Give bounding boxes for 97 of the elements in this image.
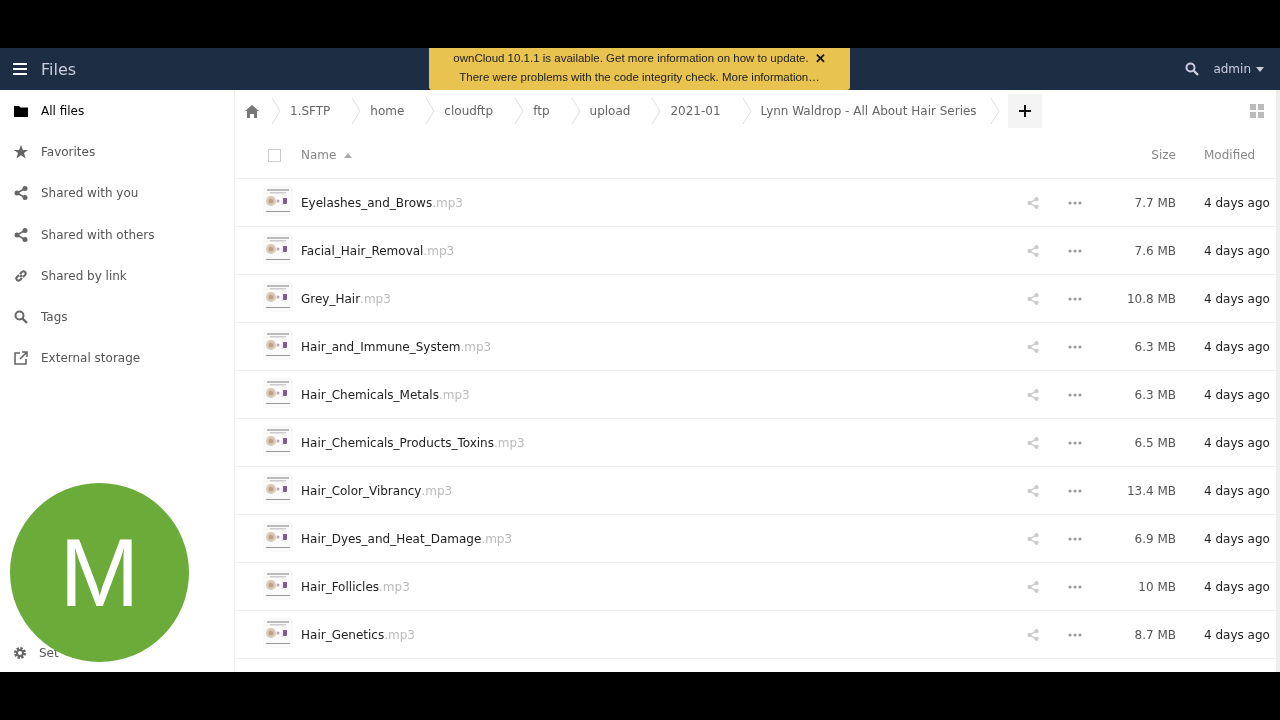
share-icon[interactable] bbox=[1027, 436, 1039, 449]
breadcrumb-link[interactable]: 1.SFTP bbox=[281, 104, 340, 118]
select-all-checkbox[interactable] bbox=[267, 148, 281, 162]
plus-icon bbox=[1018, 105, 1031, 117]
update-message: ownCloud 10.1.1 is available. Get more information on how to update. bbox=[453, 51, 809, 66]
settings-icon[interactable] bbox=[13, 646, 27, 660]
breadcrumb-link[interactable]: cloudftp bbox=[435, 104, 503, 118]
sidebar-item[interactable]: Shared with you bbox=[0, 172, 234, 214]
name-column-header[interactable]: Name bbox=[301, 148, 1012, 162]
file-size: 6.3 MB bbox=[1133, 387, 1176, 402]
chevron-icon bbox=[570, 98, 581, 124]
close-icon[interactable]: ✕ bbox=[814, 49, 826, 68]
share-icon[interactable] bbox=[1027, 196, 1039, 209]
file-name[interactable]: Hair_Chemicals_Metals.mp3 bbox=[301, 387, 1012, 402]
more-icon[interactable] bbox=[1068, 200, 1082, 205]
more-icon[interactable] bbox=[1068, 584, 1082, 589]
file-size: 6.3 MB bbox=[1133, 339, 1176, 354]
file-name[interactable]: Hair_Dyes_and_Heat_Damage.mp3 bbox=[301, 531, 1012, 546]
breadcrumb-link[interactable]: Lynn Waldrop - All About Hair Series bbox=[751, 104, 986, 118]
chevron-icon bbox=[425, 98, 436, 124]
modified-date: 4 days ago bbox=[1203, 387, 1271, 402]
share-icon bbox=[14, 186, 28, 201]
share-icon[interactable] bbox=[1027, 580, 1039, 593]
file-size: 7.7 MB bbox=[1133, 195, 1176, 210]
breadcrumb-link[interactable]: ftp bbox=[524, 104, 559, 118]
file-name[interactable]: Hair_Chemicals_Products_Toxins.mp3 bbox=[301, 435, 1012, 450]
share-icon[interactable] bbox=[1027, 388, 1039, 401]
share-icon[interactable] bbox=[1027, 340, 1039, 353]
share-icon[interactable] bbox=[1027, 532, 1039, 545]
star-icon bbox=[14, 144, 28, 159]
chevron-icon bbox=[741, 98, 752, 124]
breadcrumb-link[interactable]: 2021-01 bbox=[661, 104, 730, 118]
file-name[interactable]: Grey_Hair.mp3 bbox=[301, 291, 1012, 306]
folder-icon bbox=[14, 104, 28, 117]
link-icon bbox=[14, 268, 28, 283]
sidebar-item[interactable]: All files bbox=[0, 90, 234, 132]
size-column-header[interactable]: Size bbox=[1096, 148, 1176, 162]
chevron-icon bbox=[351, 98, 362, 124]
more-icon[interactable] bbox=[1068, 440, 1082, 445]
more-icon[interactable] bbox=[1068, 248, 1082, 253]
file-size: 10.8 MB bbox=[1125, 291, 1176, 306]
search-icon[interactable] bbox=[1185, 62, 1200, 76]
file-name[interactable]: Hair_Color_Vibrancy.mp3 bbox=[301, 483, 1012, 498]
modified-date: 4 days ago bbox=[1203, 339, 1271, 354]
file-name[interactable]: Hair_Genetics.mp3 bbox=[301, 627, 1012, 642]
modified-date: 4 days ago bbox=[1203, 195, 1271, 210]
more-icon[interactable] bbox=[1068, 488, 1082, 493]
share-icon[interactable] bbox=[1027, 484, 1039, 497]
modified-date: 4 days ago bbox=[1203, 243, 1271, 258]
chevron-icon bbox=[651, 98, 662, 124]
file-name[interactable]: Facial_Hair_Removal.mp3 bbox=[301, 243, 1012, 258]
file-name[interactable]: Hair_Follicles.mp3 bbox=[301, 579, 1012, 594]
share-icon[interactable] bbox=[1027, 292, 1039, 305]
sidebar-item[interactable]: Shared by link bbox=[0, 255, 234, 297]
chevron-icon bbox=[514, 98, 525, 124]
modified-date: 4 days ago bbox=[1203, 579, 1271, 594]
search-icon bbox=[14, 310, 28, 325]
file-size: 6.5 MB bbox=[1133, 435, 1176, 450]
caret-icon bbox=[1256, 66, 1264, 72]
chevron-icon bbox=[271, 98, 281, 124]
modified-date: 4 days ago bbox=[1203, 483, 1271, 498]
sidebar-item[interactable]: Tags bbox=[0, 296, 234, 338]
home-icon[interactable] bbox=[245, 104, 259, 118]
modified-date: 4 days ago bbox=[1203, 435, 1271, 450]
grid-view-icon[interactable] bbox=[1250, 104, 1264, 118]
sort-caret-icon bbox=[344, 152, 353, 158]
modified-date: 4 days ago bbox=[1203, 291, 1271, 306]
share-icon[interactable] bbox=[1027, 628, 1039, 641]
more-icon[interactable] bbox=[1068, 536, 1082, 541]
modified-column-header[interactable]: Modified bbox=[1176, 148, 1276, 162]
sidebar-item[interactable]: Shared with others bbox=[0, 213, 234, 256]
file-size: 13.4 MB bbox=[1125, 483, 1176, 498]
more-icon[interactable] bbox=[1068, 296, 1082, 301]
share-icon[interactable] bbox=[1027, 244, 1039, 257]
integrity-warning[interactable]: There were problems with the code integrity check. More information… bbox=[453, 68, 826, 87]
new-button[interactable] bbox=[1007, 94, 1042, 128]
file-size: 8.7 MB bbox=[1133, 627, 1176, 642]
more-icon[interactable] bbox=[1068, 632, 1082, 637]
more-icon[interactable] bbox=[1068, 344, 1082, 349]
menu-icon[interactable] bbox=[13, 63, 27, 75]
modified-date: 4 days ago bbox=[1203, 627, 1271, 642]
file-size: 10 MB bbox=[1137, 579, 1176, 594]
sidebar-item[interactable]: Favorites bbox=[0, 131, 234, 173]
file-name[interactable]: Eyelashes_and_Brows.mp3 bbox=[301, 195, 1012, 210]
breadcrumb-link[interactable]: upload bbox=[580, 104, 640, 118]
share-icon bbox=[14, 227, 28, 242]
chevron-icon bbox=[989, 98, 1000, 124]
app-title: Files bbox=[41, 59, 77, 79]
file-name[interactable]: Hair_and_Immune_System.mp3 bbox=[301, 339, 1012, 354]
sidebar-item[interactable]: External storage bbox=[0, 337, 234, 380]
modified-date: 4 days ago bbox=[1203, 531, 1271, 546]
file-size: 6.9 MB bbox=[1133, 531, 1176, 546]
user-menu[interactable]: admin bbox=[1213, 62, 1264, 76]
more-icon[interactable] bbox=[1068, 392, 1082, 397]
file-size: 7.6 MB bbox=[1133, 243, 1176, 258]
breadcrumb-link[interactable]: home bbox=[361, 104, 414, 118]
external-storage-icon bbox=[14, 351, 28, 366]
